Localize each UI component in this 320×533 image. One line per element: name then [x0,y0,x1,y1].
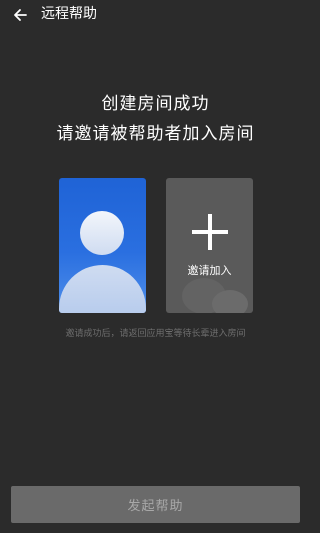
arrow-left-icon [14,9,27,21]
avatar-body [59,265,146,313]
user-avatar-card [59,178,146,313]
avatar-icon [80,211,124,255]
success-message: 创建房间成功 [101,94,210,114]
page-title: 远程帮助 [41,6,97,22]
back-button[interactable] [10,5,30,25]
plus-icon [192,214,228,250]
invite-button[interactable]: 邀请加入 [166,178,253,313]
start-help-button[interactable]: 发起帮助 [11,486,300,523]
hint-text: 邀请成功后，请返回应用宝等待长辈进入房间 [65,329,246,339]
invite-label: 邀请加入 [187,264,232,277]
top-bar: 远程帮助 [0,0,311,30]
invite-instruction: 请邀请被帮助者加入房间 [56,124,255,144]
wechat-watermark-icon [182,278,248,313]
